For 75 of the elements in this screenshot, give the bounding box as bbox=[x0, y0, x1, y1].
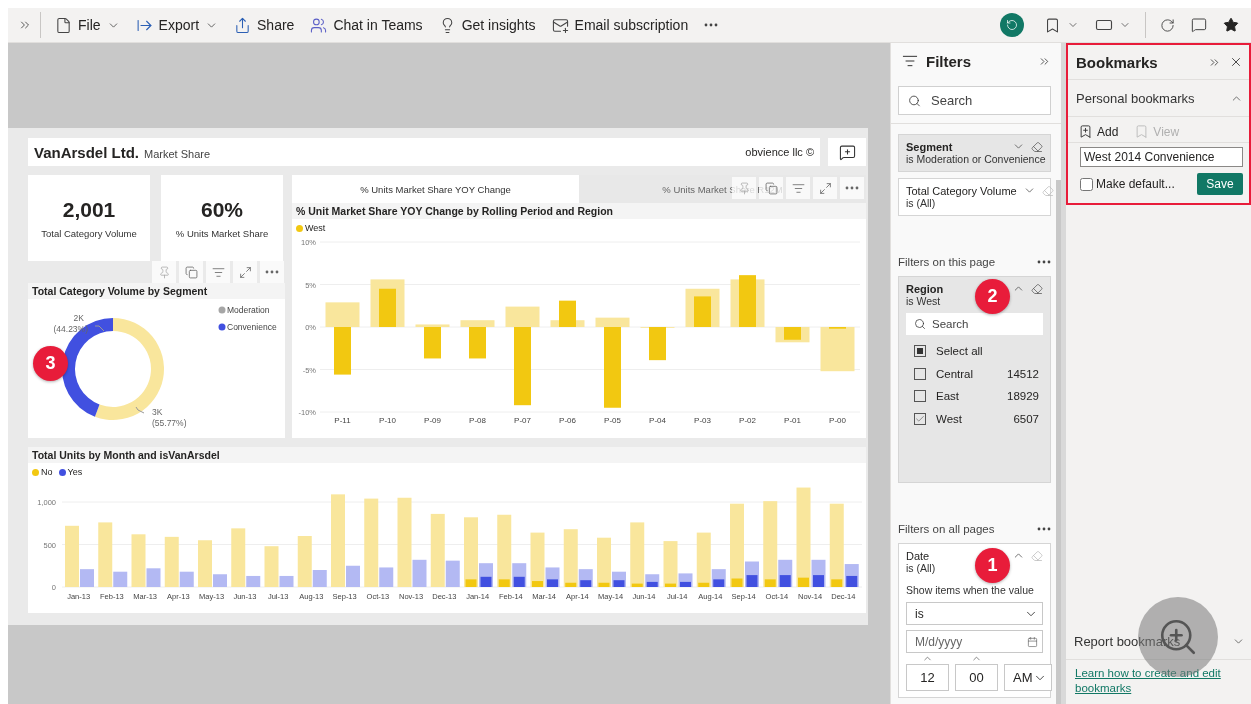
hour-field[interactable]: 12 bbox=[906, 664, 949, 691]
option-count: 18929 bbox=[1007, 390, 1040, 403]
search-field[interactable]: Search bbox=[898, 86, 1051, 116]
axis-label: P-04 bbox=[649, 416, 666, 425]
option-label: East bbox=[936, 390, 960, 403]
filter-condition: is (All) bbox=[906, 562, 936, 574]
add-button[interactable]: Add bbox=[1078, 124, 1119, 139]
axis-label: P-11 bbox=[334, 416, 351, 425]
axis-label: P-08 bbox=[469, 416, 486, 425]
step-badge: 3 bbox=[33, 346, 68, 381]
axis-label: P-07 bbox=[514, 416, 531, 425]
toolbar-button[interactable]: Export bbox=[129, 12, 225, 38]
section-heading: Personal bookmarks bbox=[1076, 90, 1196, 106]
report-title: VanArsdel Ltd. bbox=[34, 143, 140, 161]
pane-title: Filters bbox=[926, 52, 971, 70]
filter-option[interactable]: Select all bbox=[906, 340, 1043, 363]
filter-condition: is Moderation or Convenience bbox=[906, 153, 1046, 166]
search-field[interactable]: Search bbox=[906, 313, 1043, 336]
data-label: 2K bbox=[73, 313, 84, 323]
pane-title: Bookmarks bbox=[1076, 53, 1158, 71]
axis-label: P-02 bbox=[739, 416, 756, 425]
operator-select[interactable]: is bbox=[906, 602, 1043, 625]
axis-label: P-00 bbox=[829, 416, 846, 425]
filter-card[interactable]: Segment is Moderation or Convenience bbox=[898, 134, 1051, 173]
toolbar-button[interactable]: Get insights bbox=[432, 12, 542, 38]
chart-tab[interactable]: % Units Market Share YOY Change bbox=[292, 175, 579, 203]
kpi-label: % Units Market Share bbox=[175, 227, 269, 239]
kpi-value: 60% bbox=[201, 197, 243, 222]
filter-card[interactable]: Total Category Volume is (All) bbox=[898, 178, 1051, 217]
legend-label: West bbox=[305, 223, 326, 233]
option-label: West bbox=[936, 412, 963, 425]
save-button[interactable]: Save bbox=[1197, 173, 1243, 195]
option-count: 14512 bbox=[1007, 367, 1040, 380]
legend-label: Moderation bbox=[227, 305, 270, 315]
filter-option[interactable]: East 18929 bbox=[906, 385, 1043, 408]
axis-label: P-06 bbox=[559, 416, 576, 425]
section-heading: Filters on all pages bbox=[898, 523, 995, 535]
axis-label: P-10 bbox=[379, 416, 396, 425]
option-count: 6507 bbox=[1013, 412, 1040, 425]
chart-title: Total Units by Month and isVanArsdel bbox=[28, 447, 866, 463]
toolbar-button[interactable]: Email subscription bbox=[545, 12, 695, 38]
period-select[interactable]: AM bbox=[1004, 664, 1052, 691]
minute-field[interactable]: 00 bbox=[955, 664, 998, 691]
filter-option[interactable]: West 6507 bbox=[906, 407, 1043, 431]
owner-label: obvience llc © bbox=[745, 146, 814, 158]
checkbox-label: Make default... bbox=[1096, 177, 1175, 191]
data-label: (55.77%) bbox=[152, 418, 187, 428]
bookmark-name-field[interactable]: West 2014 Convenience bbox=[1080, 147, 1243, 167]
legend-label: Convenience bbox=[227, 322, 277, 332]
filter-hint: Show items when the value bbox=[906, 584, 1034, 596]
chart-title: Total Category Volume by Segment bbox=[28, 283, 285, 299]
section-heading: Filters on this page bbox=[898, 256, 996, 269]
filter-field: Total Category Volume bbox=[906, 184, 1017, 197]
filter-field: Segment bbox=[906, 140, 1006, 153]
toolbar-button[interactable]: Chat in Teams bbox=[304, 12, 429, 38]
axis-label: P-01 bbox=[784, 416, 801, 425]
date-field[interactable]: M/d/yyyy bbox=[906, 630, 1043, 653]
chart-title: % Unit Market Share YOY Change by Rolling Period and Region bbox=[292, 203, 866, 219]
data-label: 3K bbox=[152, 407, 163, 417]
toolbar-button[interactable]: File bbox=[49, 12, 126, 38]
axis-label: P-03 bbox=[694, 416, 711, 425]
legend-label: Yes bbox=[67, 467, 83, 477]
toolbar-button[interactable]: Share bbox=[228, 12, 301, 38]
filter-option[interactable]: Central 14512 bbox=[906, 362, 1043, 386]
axis-label: P-09 bbox=[424, 416, 441, 425]
filter-condition: is West bbox=[906, 295, 941, 308]
help-link[interactable]: Learn how to create and edit bookmarks bbox=[1066, 660, 1251, 704]
kpi-value: 2,001 bbox=[62, 197, 116, 222]
report-subtitle: Market Share bbox=[144, 147, 211, 160]
option-label: Central bbox=[936, 367, 975, 380]
filter-condition: is (All) bbox=[906, 197, 936, 210]
axis-label: P-05 bbox=[604, 416, 621, 425]
kpi-label: Total Category Volume bbox=[41, 227, 137, 239]
option-label: Select all bbox=[936, 345, 984, 358]
legend-label: No bbox=[41, 467, 53, 477]
